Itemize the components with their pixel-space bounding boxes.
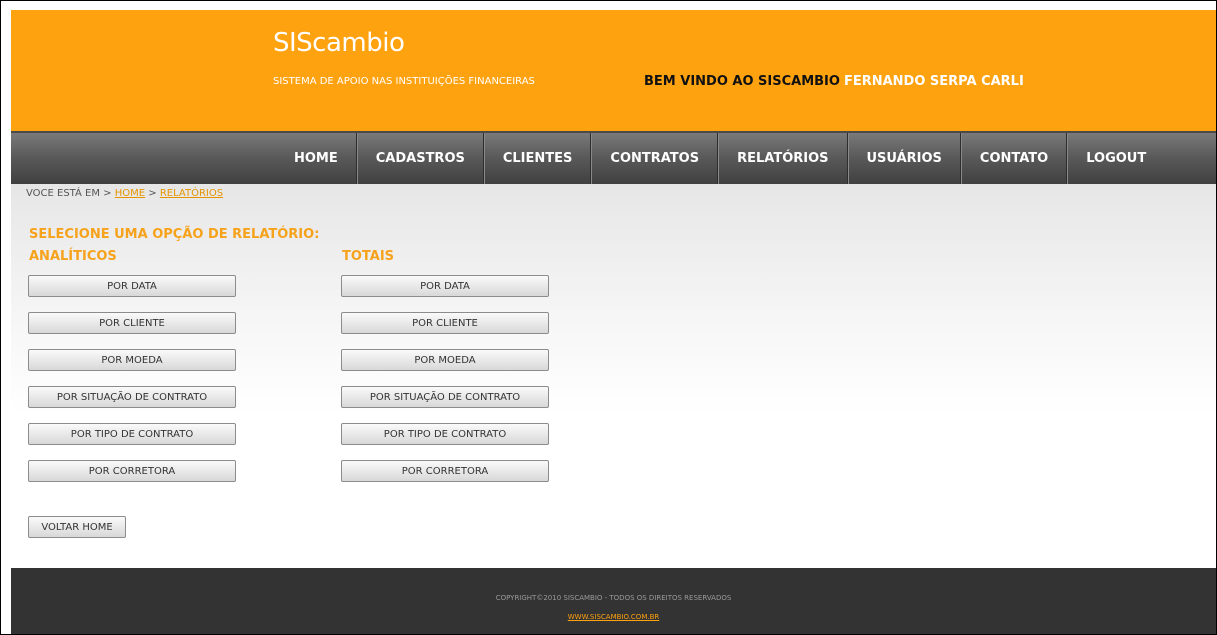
- welcome-text: BEM VINDO AO SISCAMBIO: [644, 74, 840, 89]
- breadcrumb-home-link[interactable]: HOME: [115, 188, 145, 199]
- analiticos-por-data-button[interactable]: POR DATA: [28, 275, 236, 297]
- analiticos-por-corretora-button[interactable]: POR CORRETORA: [28, 460, 236, 482]
- nav-usuarios[interactable]: USUÁRIOS: [847, 133, 961, 184]
- breadcrumb-separator: >: [148, 188, 157, 199]
- welcome-message: BEM VINDO AO SISCAMBIO FERNANDO SERPA CAR…: [644, 74, 1024, 89]
- app-window: SIScambio SISTEMA DE APOIO NAS INSTITUIÇ…: [0, 0, 1217, 635]
- nav-clientes[interactable]: CLIENTES: [483, 133, 592, 184]
- main-navigation: HOME CADASTROS CLIENTES CONTRATOS RELATÓ…: [11, 131, 1216, 186]
- analiticos-por-cliente-button[interactable]: POR CLIENTE: [28, 312, 236, 334]
- nav-relatorios[interactable]: RELATÓRIOS: [718, 133, 848, 184]
- totais-por-corretora-button[interactable]: POR CORRETORA: [341, 460, 549, 482]
- voltar-home-button[interactable]: VOLTAR HOME: [28, 516, 126, 538]
- totais-por-data-button[interactable]: POR DATA: [341, 275, 549, 297]
- totais-por-tipo-button[interactable]: POR TIPO DE CONTRATO: [341, 423, 549, 445]
- site-tagline: SISTEMA DE APOIO NAS INSTITUIÇÕES FINANC…: [273, 76, 535, 87]
- totais-por-moeda-button[interactable]: POR MOEDA: [341, 349, 549, 371]
- breadcrumb-prefix: VOCE ESTÁ EM >: [26, 188, 112, 199]
- analiticos-por-tipo-button[interactable]: POR TIPO DE CONTRATO: [28, 423, 236, 445]
- nav-logout[interactable]: LOGOUT: [1067, 133, 1164, 184]
- nav-contato[interactable]: CONTATO: [960, 133, 1068, 184]
- site-footer: COPYRIGHT©2010 SISCAMBIO - TODOS OS DIRE…: [11, 568, 1216, 634]
- totais-por-cliente-button[interactable]: POR CLIENTE: [341, 312, 549, 334]
- nav-cadastros[interactable]: CADASTROS: [356, 133, 484, 184]
- breadcrumb: VOCE ESTÁ EM > HOME > RELATÓRIOS: [26, 188, 223, 199]
- analiticos-por-moeda-button[interactable]: POR MOEDA: [28, 349, 236, 371]
- nav-contratos[interactable]: CONTRATOS: [591, 133, 719, 184]
- nav-home[interactable]: HOME: [276, 133, 357, 184]
- analiticos-por-situacao-button[interactable]: POR SITUAÇÃO DE CONTRATO: [28, 386, 236, 408]
- site-header: SIScambio SISTEMA DE APOIO NAS INSTITUIÇ…: [11, 10, 1216, 131]
- site-link[interactable]: WWW.SISCAMBIO.COM.BR: [11, 613, 1216, 621]
- analiticos-heading: ANALÍTICOS: [29, 249, 117, 264]
- user-name: FERNANDO SERPA CARLI: [843, 74, 1024, 89]
- copyright-text: COPYRIGHT©2010 SISCAMBIO - TODOS OS DIRE…: [495, 594, 732, 602]
- breadcrumb-current-link[interactable]: RELATÓRIOS: [160, 188, 223, 199]
- main-content: VOCE ESTÁ EM > HOME > RELATÓRIOS SELECIO…: [11, 184, 1216, 568]
- site-logo[interactable]: SIScambio: [273, 28, 405, 58]
- totais-heading: TOTAIS: [342, 249, 395, 264]
- totais-por-situacao-button[interactable]: POR SITUAÇÃO DE CONTRATO: [341, 386, 549, 408]
- page-title: SELECIONE UMA OPÇÃO DE RELATÓRIO:: [29, 227, 320, 242]
